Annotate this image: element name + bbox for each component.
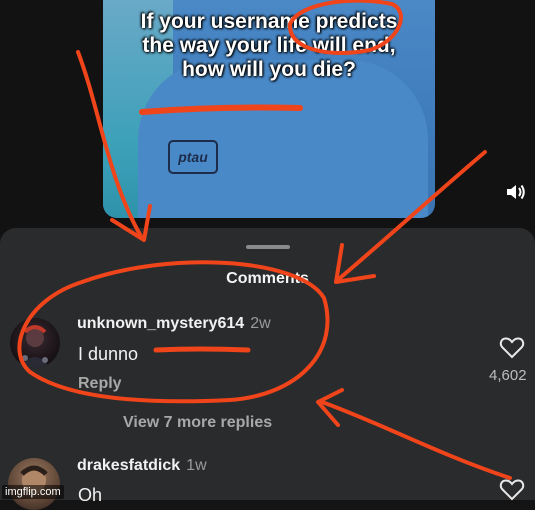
comment-time: 2w [250,315,271,332]
caption-line-3: how will you die? [182,58,356,81]
sound-button[interactable] [501,177,531,207]
avatar[interactable] [8,458,60,510]
reply-button[interactable]: Reply [78,375,122,393]
video-person [138,60,428,218]
sound-icon [507,184,525,200]
sheet-title: Comments [226,270,309,287]
heart-icon [499,337,525,359]
like-button[interactable] [499,478,525,502]
caption-line-1: If your username predicts [140,10,398,33]
sheet-drag-handle[interactable] [246,245,290,249]
avatar[interactable] [10,318,60,368]
username-text: unknown_mystery614 [77,315,245,332]
like-count: 4,602 [489,367,527,384]
like-button[interactable] [499,336,525,360]
comment-username[interactable]: unknown_mystery614 2w [77,315,271,333]
avatar-image [20,325,50,368]
comment-text: I dunno [78,344,139,364]
heart-icon [499,479,525,501]
comment-time: 1w [186,457,207,474]
username-text: drakesfatdick [77,457,181,474]
video-caption: If your username predicts the way your l… [103,10,435,82]
shirt-logo: ptau [168,140,218,174]
comment-username[interactable]: drakesfatdick 1w [77,457,207,475]
comment-text: Oh [78,485,103,505]
caption-line-2: the way your life will end, [142,34,396,57]
avatar-image [20,465,48,494]
view-more-replies[interactable]: View 7 more replies [123,414,272,432]
watermark: imgflip.com [2,485,64,499]
video-player[interactable]: If your username predicts the way your l… [103,0,435,218]
